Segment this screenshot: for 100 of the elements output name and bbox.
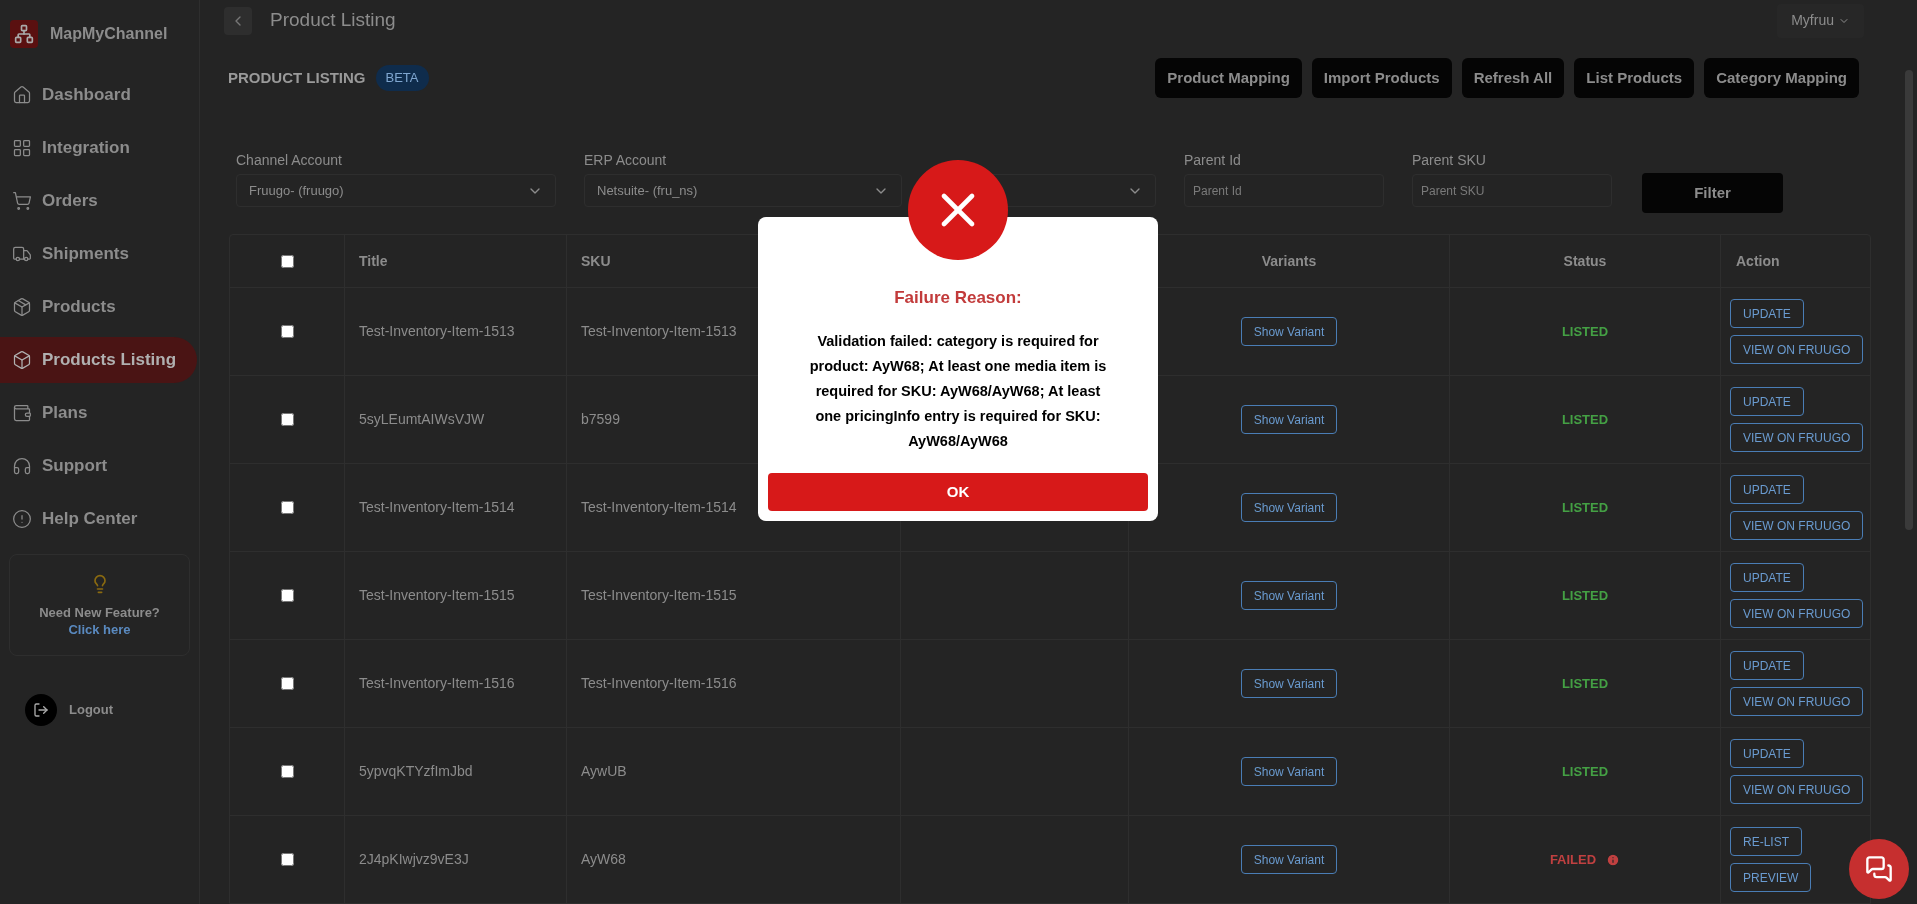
status-text: LISTED: [1561, 586, 1609, 605]
show-variant-button[interactable]: Show Variant: [1240, 669, 1338, 698]
filter-label: ERP Account: [584, 151, 668, 168]
filter-label: Channel Account: [236, 151, 343, 168]
sidebar-item[interactable]: Plans: [0, 390, 199, 436]
action-button[interactable]: UPDATE: [1730, 739, 1804, 768]
table-cell-text: Test-Inventory-Item-1516: [581, 674, 737, 693]
sidebar-item[interactable]: Support: [0, 443, 199, 489]
table-cell-text: Test-Inventory-Item-1513: [581, 322, 737, 341]
row-checkbox[interactable]: [280, 853, 294, 866]
table-cell-text: 5syLEumtAIWsVJW: [359, 410, 485, 429]
action-button[interactable]: PREVIEW: [1730, 863, 1812, 892]
column-header: Variants: [1261, 251, 1317, 271]
headphones-icon: [12, 456, 32, 476]
show-variant-button[interactable]: Show Variant: [1240, 317, 1338, 346]
column-header: SKU: [581, 251, 611, 271]
action-button[interactable]: UPDATE: [1730, 475, 1804, 504]
toolbar-button[interactable]: List Products: [1574, 58, 1695, 98]
table-cell-text: Test-Inventory-Item-1514: [581, 498, 737, 517]
table-cell-text: Test-Inventory-Item-1516: [359, 674, 515, 693]
status-text: LISTED: [1561, 410, 1609, 429]
table-cell-text: AyW68: [581, 850, 626, 869]
action-button[interactable]: VIEW ON FRUUGO: [1730, 599, 1864, 628]
show-variant-button[interactable]: Show Variant: [1240, 845, 1338, 874]
row-checkbox[interactable]: [280, 765, 294, 778]
action-button[interactable]: VIEW ON FRUUGO: [1730, 775, 1864, 804]
table-cell-text: 2J4pKIwjvz9vE3J: [359, 850, 469, 869]
action-button[interactable]: RE-LIST: [1730, 827, 1802, 856]
select-all-checkbox[interactable]: [280, 254, 294, 268]
show-variant-button[interactable]: Show Variant: [1240, 405, 1338, 434]
action-button[interactable]: UPDATE: [1730, 563, 1804, 592]
row-checkbox[interactable]: [280, 677, 294, 690]
action-button[interactable]: VIEW ON FRUUGO: [1730, 687, 1864, 716]
sidebar-item[interactable]: Products Listing: [0, 337, 197, 383]
status-text: FAILED: [1549, 850, 1597, 869]
filter-button[interactable]: Filter: [1642, 173, 1783, 213]
beta-badge: BETA: [375, 65, 429, 91]
row-checkbox[interactable]: [280, 501, 294, 514]
action-button[interactable]: UPDATE: [1730, 299, 1804, 328]
table-cell-text: Test-Inventory-Item-1513: [359, 322, 515, 341]
table-cell-text: AywUB: [581, 762, 627, 781]
table-cell-text: b7599: [581, 410, 620, 429]
show-variant-button[interactable]: Show Variant: [1240, 757, 1338, 786]
show-variant-button[interactable]: Show Variant: [1240, 493, 1338, 522]
toolbar-button[interactable]: Refresh All: [1461, 58, 1565, 98]
filter-label: Parent SKU: [1412, 151, 1487, 168]
select-field[interactable]: Fruugo- (fruugo): [236, 174, 556, 207]
logout-link[interactable]: Logout: [69, 700, 114, 720]
action-button[interactable]: UPDATE: [1730, 387, 1804, 416]
wallet-icon: [12, 403, 32, 423]
text-field[interactable]: Parent SKU: [1412, 174, 1612, 207]
sidebar-item[interactable]: Dashboard: [0, 72, 199, 118]
table-cell-text: 5ypvqKTYzfImJbd: [359, 762, 473, 781]
dialog-title: Failure Reason:: [894, 287, 1022, 309]
page-title: Product Listing: [270, 8, 396, 33]
status-text: LISTED: [1561, 762, 1609, 781]
row-checkbox[interactable]: [280, 413, 294, 426]
click-here-link[interactable]: Click here: [68, 623, 131, 636]
toolbar-button[interactable]: Product Mapping: [1155, 58, 1302, 98]
sidebar-item[interactable]: Help Center: [0, 496, 199, 542]
select-field[interactable]: Netsuite- (fru_ns): [584, 174, 902, 207]
cart-icon: [12, 191, 32, 211]
column-header: Status: [1563, 251, 1607, 271]
info-icon[interactable]: [1606, 852, 1621, 867]
row-checkbox[interactable]: [280, 325, 294, 338]
show-variant-button[interactable]: Show Variant: [1240, 581, 1338, 610]
sidebar-item[interactable]: Orders: [0, 178, 199, 224]
filter-label: Parent Id: [1184, 151, 1242, 168]
action-button[interactable]: VIEW ON FRUUGO: [1730, 335, 1864, 364]
ok-button[interactable]: OK: [768, 473, 1148, 511]
truck-icon: [12, 244, 32, 264]
dialog-message: Validation failed: category is required for product: AyW68; At least one media item is required for SKU: AyW68/AyW68; At least one pricingInfo entry is required for SKU: AyW68/AyW68: [808, 331, 1108, 451]
cube-icon: [12, 350, 32, 370]
status-text: LISTED: [1561, 674, 1609, 693]
column-header: Action: [1736, 251, 1780, 271]
table-cell-text: Test-Inventory-Item-1515: [581, 586, 737, 605]
toolbar-button[interactable]: Category Mapping: [1704, 58, 1859, 98]
sidebar-item[interactable]: Shipments: [0, 231, 199, 277]
sidebar-item[interactable]: Products: [0, 284, 199, 330]
status-text: LISTED: [1561, 498, 1609, 517]
action-button[interactable]: VIEW ON FRUUGO: [1730, 511, 1864, 540]
text-field[interactable]: Parent Id: [1184, 174, 1384, 207]
column-header: Title: [359, 251, 388, 271]
action-button[interactable]: VIEW ON FRUUGO: [1730, 423, 1864, 452]
logout-icon[interactable]: [25, 694, 57, 726]
row-checkbox[interactable]: [280, 589, 294, 602]
alert-icon: [12, 509, 32, 529]
table-cell-text: Test-Inventory-Item-1515: [359, 586, 515, 605]
home-icon: [12, 85, 32, 105]
sidebar-item[interactable]: Integration: [0, 125, 199, 171]
box-icon: [12, 297, 32, 317]
chat-button[interactable]: [1849, 839, 1909, 899]
table-cell-text: Test-Inventory-Item-1514: [359, 498, 515, 517]
section-heading: PRODUCT LISTING: [228, 67, 366, 88]
app-name: MapMyChannel: [50, 24, 168, 44]
feature-title: Need New Feature?: [39, 606, 160, 619]
status-text: LISTED: [1561, 322, 1609, 341]
action-button[interactable]: UPDATE: [1730, 651, 1804, 680]
toolbar-button[interactable]: Import Products: [1311, 58, 1452, 98]
chat-icon: [1865, 855, 1893, 883]
